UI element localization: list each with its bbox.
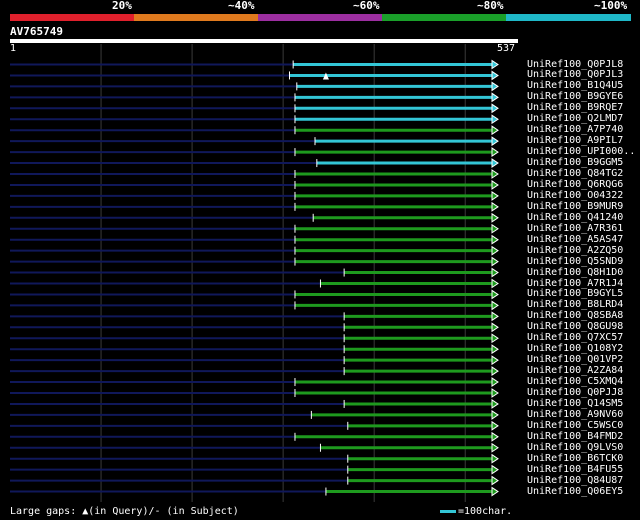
hit-end-arrow: [491, 333, 499, 344]
hit-end-arrow: [491, 475, 499, 486]
hit-label[interactable]: UniRef100_B9GGM5: [527, 157, 623, 168]
hit-end-arrow: [491, 344, 499, 355]
hit-end-arrow: [491, 158, 499, 168]
hit-end-arrow: [491, 256, 499, 267]
hit-end-arrow: [491, 169, 499, 179]
hit-end-arrow: [491, 388, 499, 398]
hit-end-arrow: [491, 136, 499, 147]
scale-label: =100char.: [458, 506, 513, 517]
hit-end-arrow: [491, 267, 499, 278]
hit-label[interactable]: UniRef100_A2ZA84: [527, 365, 623, 376]
hit-end-arrow: [491, 180, 499, 190]
hit-end-arrow: [491, 420, 499, 431]
hit-end-arrow: [491, 300, 499, 311]
hit-label[interactable]: UniRef100_Q84TG2: [527, 168, 623, 179]
hit-label[interactable]: UniRef100_C5XMQ4: [527, 376, 623, 387]
hit-label[interactable]: UniRef100_A7R1J4: [527, 278, 623, 289]
hit-label[interactable]: UniRef100_Q01VP2: [527, 354, 623, 365]
hit-end-arrow: [491, 464, 499, 475]
hit-end-arrow: [491, 103, 499, 114]
hit-label[interactable]: UniRef100_Q8GU98: [527, 321, 623, 332]
hit-end-arrow: [491, 92, 499, 103]
hit-end-arrow: [491, 322, 499, 333]
hit-end-arrow: [491, 234, 499, 245]
hit-label[interactable]: UniRef100_Q8H1D0: [527, 267, 623, 278]
hit-label[interactable]: UniRef100_Q2LMD7: [527, 113, 623, 124]
hit-end-arrow: [491, 377, 499, 387]
hit-label[interactable]: UniRef100_B9GYL5: [527, 288, 623, 299]
hit-label[interactable]: UniRef100_UPI000..: [527, 146, 635, 157]
hit-label[interactable]: UniRef100_B1Q4U5: [527, 80, 623, 91]
scale-legend: =100char.: [440, 506, 512, 518]
hit-end-arrow: [491, 125, 499, 136]
hit-label[interactable]: UniRef100_A7P740: [527, 124, 623, 135]
hit-end-arrow: [491, 114, 499, 125]
gap-legend: Large gaps: ▲(in Query)/- (in Subject): [10, 506, 239, 517]
hit-label[interactable]: UniRef100_Q5SND9: [527, 256, 623, 267]
hit-label[interactable]: UniRef100_Q9LVS0: [527, 442, 623, 453]
hit-end-arrow: [491, 355, 499, 366]
hit-label[interactable]: UniRef100_A9PIL7: [527, 135, 623, 146]
hit-end-arrow: [491, 81, 499, 92]
hit-label[interactable]: UniRef100_A2ZQ50: [527, 245, 623, 256]
hit-end-arrow: [491, 486, 499, 497]
hit-label[interactable]: UniRef100_Q0PJL3: [527, 69, 623, 80]
hit-end-arrow: [491, 70, 499, 81]
hit-label[interactable]: UniRef100_Q41240: [527, 212, 623, 223]
hit-end-arrow: [491, 212, 499, 223]
hit-label[interactable]: UniRef100_Q0PJL8: [527, 59, 623, 70]
hit-label[interactable]: UniRef100_A7R361: [527, 223, 623, 234]
hit-end-arrow: [491, 245, 499, 256]
hit-label[interactable]: UniRef100_C5WSC0: [527, 420, 623, 431]
hit-label[interactable]: UniRef100_B4FU55: [527, 464, 623, 475]
hit-label[interactable]: UniRef100_Q84U87: [527, 475, 623, 486]
hit-label[interactable]: UniRef100_B9RQE7: [527, 102, 623, 113]
scale-bar: [440, 509, 456, 513]
hit-end-arrow: [491, 453, 499, 464]
hit-end-arrow: [491, 311, 499, 322]
hit-end-arrow: [491, 409, 499, 420]
hit-label[interactable]: UniRef100_B8LRD4: [527, 299, 623, 310]
hit-end-arrow: [491, 431, 499, 442]
hit-label[interactable]: UniRef100_B6TCK0: [527, 453, 623, 464]
hit-label[interactable]: UniRef100_Q6RQG6: [527, 179, 623, 190]
hit-label[interactable]: UniRef100_B9MUR9: [527, 201, 623, 212]
hit-end-arrow: [491, 190, 499, 201]
hit-end-arrow: [491, 278, 499, 289]
hit-end-arrow: [491, 147, 499, 158]
hit-label[interactable]: UniRef100_B4FMD2: [527, 431, 623, 442]
hit-end-arrow: [491, 223, 499, 234]
hit-label[interactable]: UniRef100_Q7XC57: [527, 332, 623, 343]
hit-end-arrow: [491, 399, 499, 409]
hit-end-arrow: [491, 366, 499, 377]
hit-label[interactable]: UniRef100_O04322: [527, 190, 623, 201]
hit-end-arrow: [491, 59, 499, 70]
hit-end-arrow: [491, 289, 499, 300]
hit-label[interactable]: UniRef100_B9GYE6: [527, 91, 623, 102]
hit-label[interactable]: UniRef100_Q0PJJ8: [527, 387, 623, 398]
hit-label[interactable]: UniRef100_Q8SBA8: [527, 310, 623, 321]
hit-end-arrow: [491, 442, 499, 453]
hit-label[interactable]: UniRef100_Q14SM5: [527, 398, 623, 409]
hit-label[interactable]: UniRef100_Q108Y2: [527, 343, 623, 354]
hit-label[interactable]: UniRef100_Q06EY5: [527, 486, 623, 497]
hit-label[interactable]: UniRef100_A9NV60: [527, 409, 623, 420]
hit-end-arrow: [491, 201, 499, 212]
hit-label[interactable]: UniRef100_A5AS47: [527, 234, 623, 245]
